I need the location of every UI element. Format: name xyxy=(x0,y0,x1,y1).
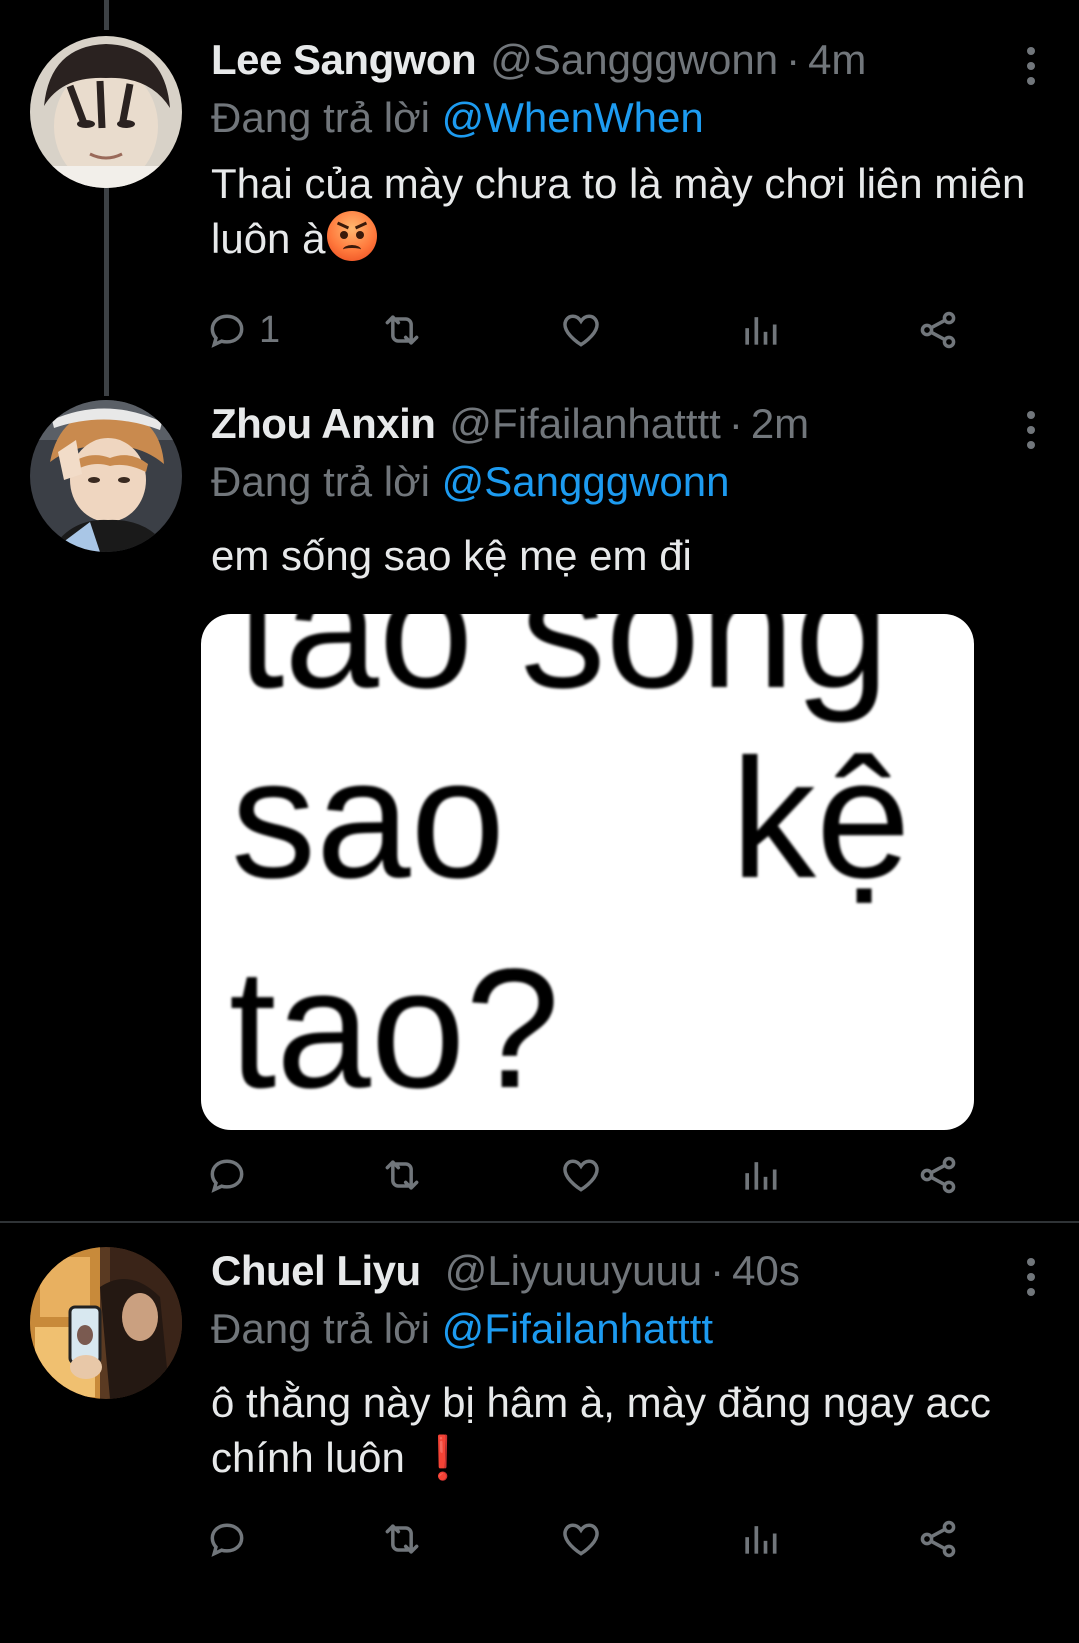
tweet-text: ô thằng này bị hâm à, mày đăng ngay acc … xyxy=(211,1375,1029,1485)
meme-text-line: sao xyxy=(231,724,506,914)
retweet-icon[interactable] xyxy=(380,1514,424,1564)
display-name[interactable]: Chuel Liyu xyxy=(211,1247,421,1295)
more-icon[interactable] xyxy=(1011,46,1051,86)
retweet-icon[interactable] xyxy=(380,1150,424,1200)
display-name[interactable]: Zhou Anxin xyxy=(211,400,436,448)
reply-mention[interactable]: @WhenWhen xyxy=(442,94,704,141)
like-icon[interactable] xyxy=(559,1150,603,1200)
reply-icon[interactable] xyxy=(205,1514,259,1564)
tweet-text-content: ô thằng này bị hâm à, mày đăng ngay acc … xyxy=(211,1379,991,1481)
meme-text-line: tao? xyxy=(229,934,560,1124)
reply-icon[interactable]: 1 xyxy=(205,305,280,355)
tweet-header: Zhou Anxin @Fifailanhatttt · 2m xyxy=(211,400,1035,456)
replying-to: Đang trả lời @WhenWhen xyxy=(211,94,1029,150)
tweet-text: em sống sao kệ mẹ em đi xyxy=(211,532,692,579)
reply-mention[interactable]: @Sangggwonn xyxy=(442,458,730,505)
tweet-header: Lee Sangwon @Sangggwonn · 4m xyxy=(211,36,1035,92)
meme-text-line: kệ xyxy=(731,724,911,914)
views-icon[interactable] xyxy=(738,1150,782,1200)
views-icon[interactable] xyxy=(738,1514,782,1564)
action-bar xyxy=(205,1514,975,1564)
separator: · xyxy=(786,36,801,83)
like-icon[interactable] xyxy=(559,305,603,355)
reply-prefix: Đang trả lời xyxy=(211,1305,430,1352)
reply-prefix: Đang trả lời xyxy=(211,458,430,505)
share-icon[interactable] xyxy=(916,1150,960,1200)
reply-prefix: Đang trả lời xyxy=(211,94,430,141)
separator: · xyxy=(710,1247,725,1294)
user-handle[interactable]: @Fifailanhatttt xyxy=(449,400,720,448)
reply-icon[interactable] xyxy=(205,1150,259,1200)
replying-to: Đang trả lời @Fifailanhatttt xyxy=(211,1305,1029,1361)
share-icon[interactable] xyxy=(916,305,960,355)
exclamation-emoji-icon: ❗ xyxy=(416,1434,469,1481)
replying-to: Đang trả lời @Sangggwonn xyxy=(211,458,1029,514)
thread-line xyxy=(104,188,109,396)
action-bar: 1 xyxy=(205,305,975,355)
share-icon[interactable] xyxy=(916,1514,960,1564)
thread-line xyxy=(104,0,109,30)
retweet-icon[interactable] xyxy=(380,305,424,355)
more-icon[interactable] xyxy=(1011,1257,1051,1297)
tweet-media-image[interactable]: tao sống sao kệ tao? xyxy=(201,614,974,1130)
avatar[interactable] xyxy=(30,36,182,188)
views-icon[interactable] xyxy=(738,305,782,355)
separator: · xyxy=(728,400,743,447)
divider xyxy=(0,1221,1079,1223)
timestamp[interactable]: 40s xyxy=(732,1247,800,1295)
tweet-header: Chuel Liyu @Liyuuuyuuu · 40s xyxy=(211,1247,1035,1303)
timestamp[interactable]: 4m xyxy=(808,36,866,84)
timestamp[interactable]: 2m xyxy=(751,400,809,448)
user-handle[interactable]: @Sangggwonn xyxy=(490,36,778,84)
avatar[interactable] xyxy=(30,1247,182,1399)
meme-text-line: tao sống xyxy=(237,614,890,724)
reply-mention[interactable]: @Fifailanhatttt xyxy=(442,1305,713,1352)
like-icon[interactable] xyxy=(559,1514,603,1564)
more-icon[interactable] xyxy=(1011,410,1051,450)
action-bar xyxy=(205,1150,975,1200)
tweet-text: Thai của mày chưa to là mày chơi liên mi… xyxy=(211,156,1029,266)
angry-face-emoji-icon xyxy=(327,211,378,261)
reply-count: 1 xyxy=(259,308,281,351)
avatar[interactable] xyxy=(30,400,182,552)
user-handle[interactable]: @Liyuuuyuuu xyxy=(445,1247,702,1295)
display-name[interactable]: Lee Sangwon xyxy=(211,36,477,84)
